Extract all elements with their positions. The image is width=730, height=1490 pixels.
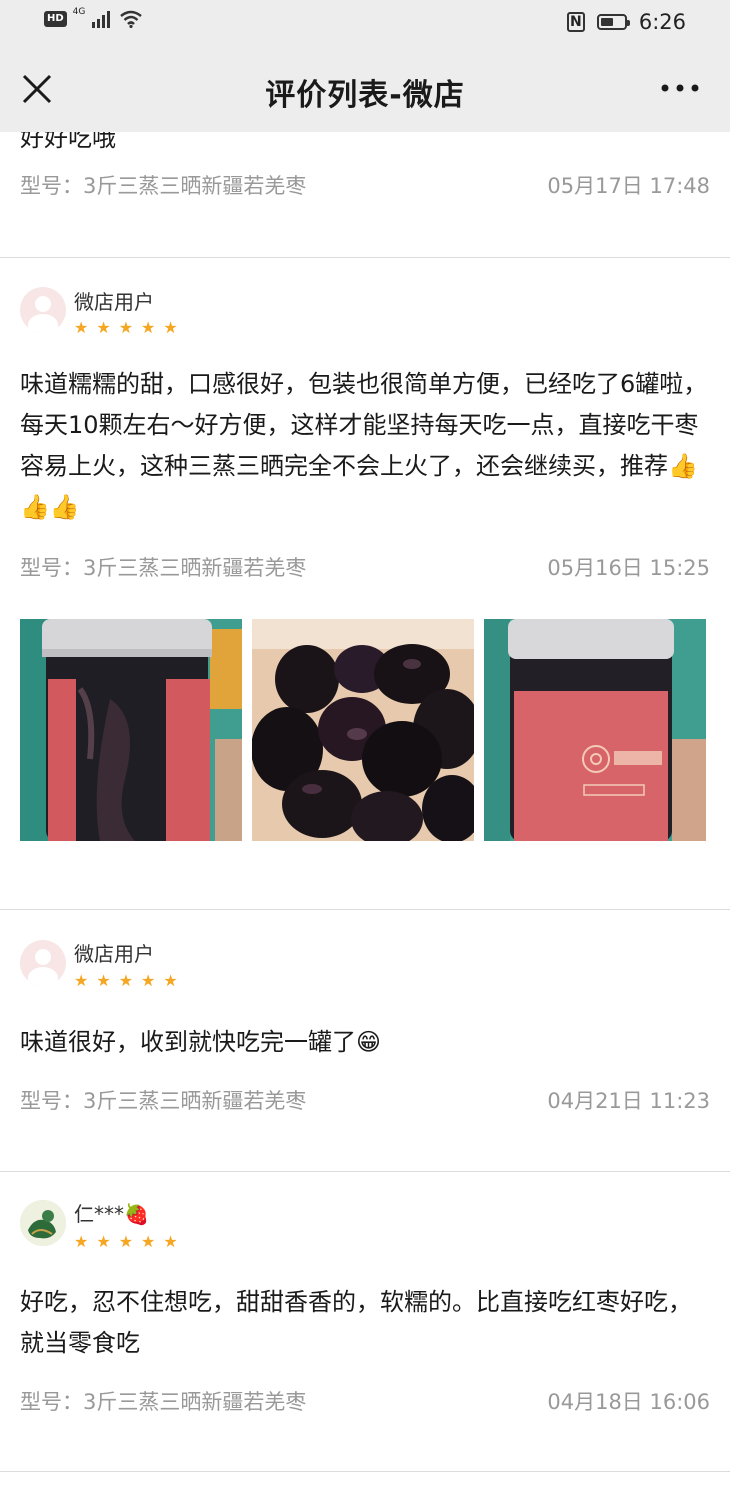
more-icon[interactable] (660, 78, 700, 98)
battery-icon (596, 14, 630, 30)
jar-label-photo-image (484, 619, 706, 841)
review-date: 04月21日 11:23 (547, 1089, 710, 1113)
page-title: 评价列表-微店 (265, 78, 465, 113)
network-type: 4G (72, 7, 86, 17)
review-text: 味道很好，收到就快吃完一罐了😁 (20, 1028, 382, 1056)
review-item: 微店用户 ★★★★★ 味道糯糯的甜，口感很好，包装也很简单方便，已经吃了6罐啦，… (0, 258, 730, 910)
rating-stars: ★★★★★ (74, 971, 186, 990)
status-bar: HD 4G N 6:26 (0, 0, 730, 44)
review-model: 型号：3斤三蒸三晒新疆若羌枣 (20, 556, 307, 580)
review-model: 型号：3斤三蒸三晒新疆若羌枣 (20, 174, 307, 198)
dates-photo-image (252, 619, 474, 841)
avatar (20, 1200, 66, 1246)
battery-level (600, 18, 613, 26)
status-right: N 6:26 (566, 10, 686, 34)
review-photo-jar[interactable] (20, 619, 242, 841)
review-username: 仁***🍓 (74, 1202, 149, 1226)
review-date: 04月18日 16:06 (547, 1390, 710, 1414)
rating-stars: ★★★★★ (74, 318, 186, 337)
wifi-icon (120, 10, 143, 28)
divider (0, 1471, 730, 1472)
avatar-image (20, 1200, 66, 1246)
review-date: 05月17日 17:48 (547, 174, 710, 198)
review-username: 微店用户 (74, 942, 154, 966)
review-text: 好吃，忍不住想吃，甜甜香香的，软糯的。比直接吃红枣好吃，就当零食吃 (20, 1288, 692, 1357)
review-item: 好好吃哦 型号：3斤三蒸三晒新疆若羌枣 05月17日 17:48 (0, 132, 730, 258)
avatar (20, 940, 66, 986)
review-item: 仁***🍓 ★★★★★ 好吃，忍不住想吃，甜甜香香的，软糯的。比直接吃红枣好吃，… (0, 1172, 730, 1472)
jar-photo-image (20, 619, 242, 841)
review-date: 05月16日 15:25 (547, 556, 710, 580)
review-username: 微店用户 (74, 290, 154, 314)
signal-icon (92, 11, 111, 28)
status-left: HD 4G (44, 7, 143, 28)
review-item: 微店用户 ★★★★★ 味道很好，收到就快吃完一罐了😁 型号：3斤三蒸三晒新疆若羌… (0, 910, 730, 1172)
review-text: 味道糯糯的甜，口感很好，包装也很简单方便，已经吃了6罐啦，每天10颗左右～好方便… (20, 370, 708, 521)
hd-badge: HD (44, 11, 67, 27)
clock: 6:26 (638, 10, 686, 34)
nfc-icon: N (566, 12, 585, 32)
avatar (20, 287, 66, 333)
review-photo-label[interactable] (484, 619, 706, 841)
rating-stars: ★★★★★ (74, 1232, 186, 1251)
review-photo-dates[interactable] (252, 619, 474, 841)
review-model: 型号：3斤三蒸三晒新疆若羌枣 (20, 1089, 307, 1113)
review-model: 型号：3斤三蒸三晒新疆若羌枣 (20, 1390, 307, 1414)
nav-bar: 评价列表-微店 (0, 44, 730, 132)
